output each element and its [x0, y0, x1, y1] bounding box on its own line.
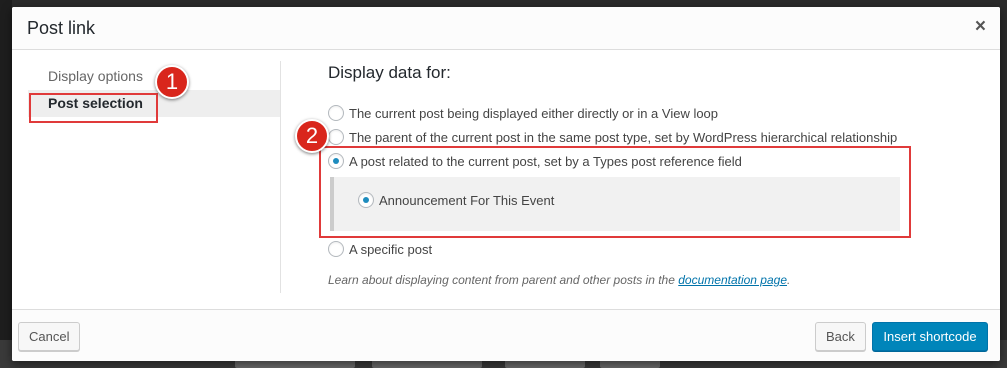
highlight-box-post-selection [29, 93, 158, 123]
option-label: A specific post [349, 241, 433, 257]
option-label: The parent of the current post in the sa… [349, 129, 898, 145]
documentation-link[interactable]: documentation page [678, 273, 787, 287]
close-icon[interactable]: × [975, 17, 986, 37]
annotation-badge-1: 1 [155, 65, 189, 99]
option-current-post[interactable]: The current post being displayed either … [328, 105, 718, 121]
help-note-text: Learn about displaying content from pare… [328, 273, 675, 287]
option-specific-post[interactable]: A specific post [328, 241, 432, 257]
back-button[interactable]: Back [815, 322, 866, 351]
dialog-title: Post link [27, 18, 96, 38]
annotation-badge-2: 2 [295, 119, 329, 153]
radio-button[interactable] [328, 241, 344, 257]
background-admin-sidebar [0, 0, 12, 368]
dialog-titlebar: Post link × [12, 7, 1000, 50]
cancel-button[interactable]: Cancel [18, 322, 81, 351]
nav-divider [280, 61, 281, 293]
radio-button[interactable] [328, 105, 344, 121]
option-parent-post[interactable]: The parent of the current post in the sa… [328, 129, 897, 145]
highlight-box-related-post [319, 146, 911, 238]
dialog-footer: Cancel Back Insert shortcode [12, 309, 1000, 361]
option-label: The current post being displayed either … [349, 105, 719, 121]
main-panel: Display data for: The current post being… [328, 63, 978, 287]
help-note-end: . [787, 273, 791, 287]
help-note: Learn about displaying content from pare… [328, 273, 790, 287]
section-heading: Display data for: [328, 63, 451, 82]
insert-shortcode-button[interactable]: Insert shortcode [872, 322, 988, 351]
nav-item-display-options[interactable]: Display options [28, 63, 280, 90]
radio-button[interactable] [328, 129, 344, 145]
